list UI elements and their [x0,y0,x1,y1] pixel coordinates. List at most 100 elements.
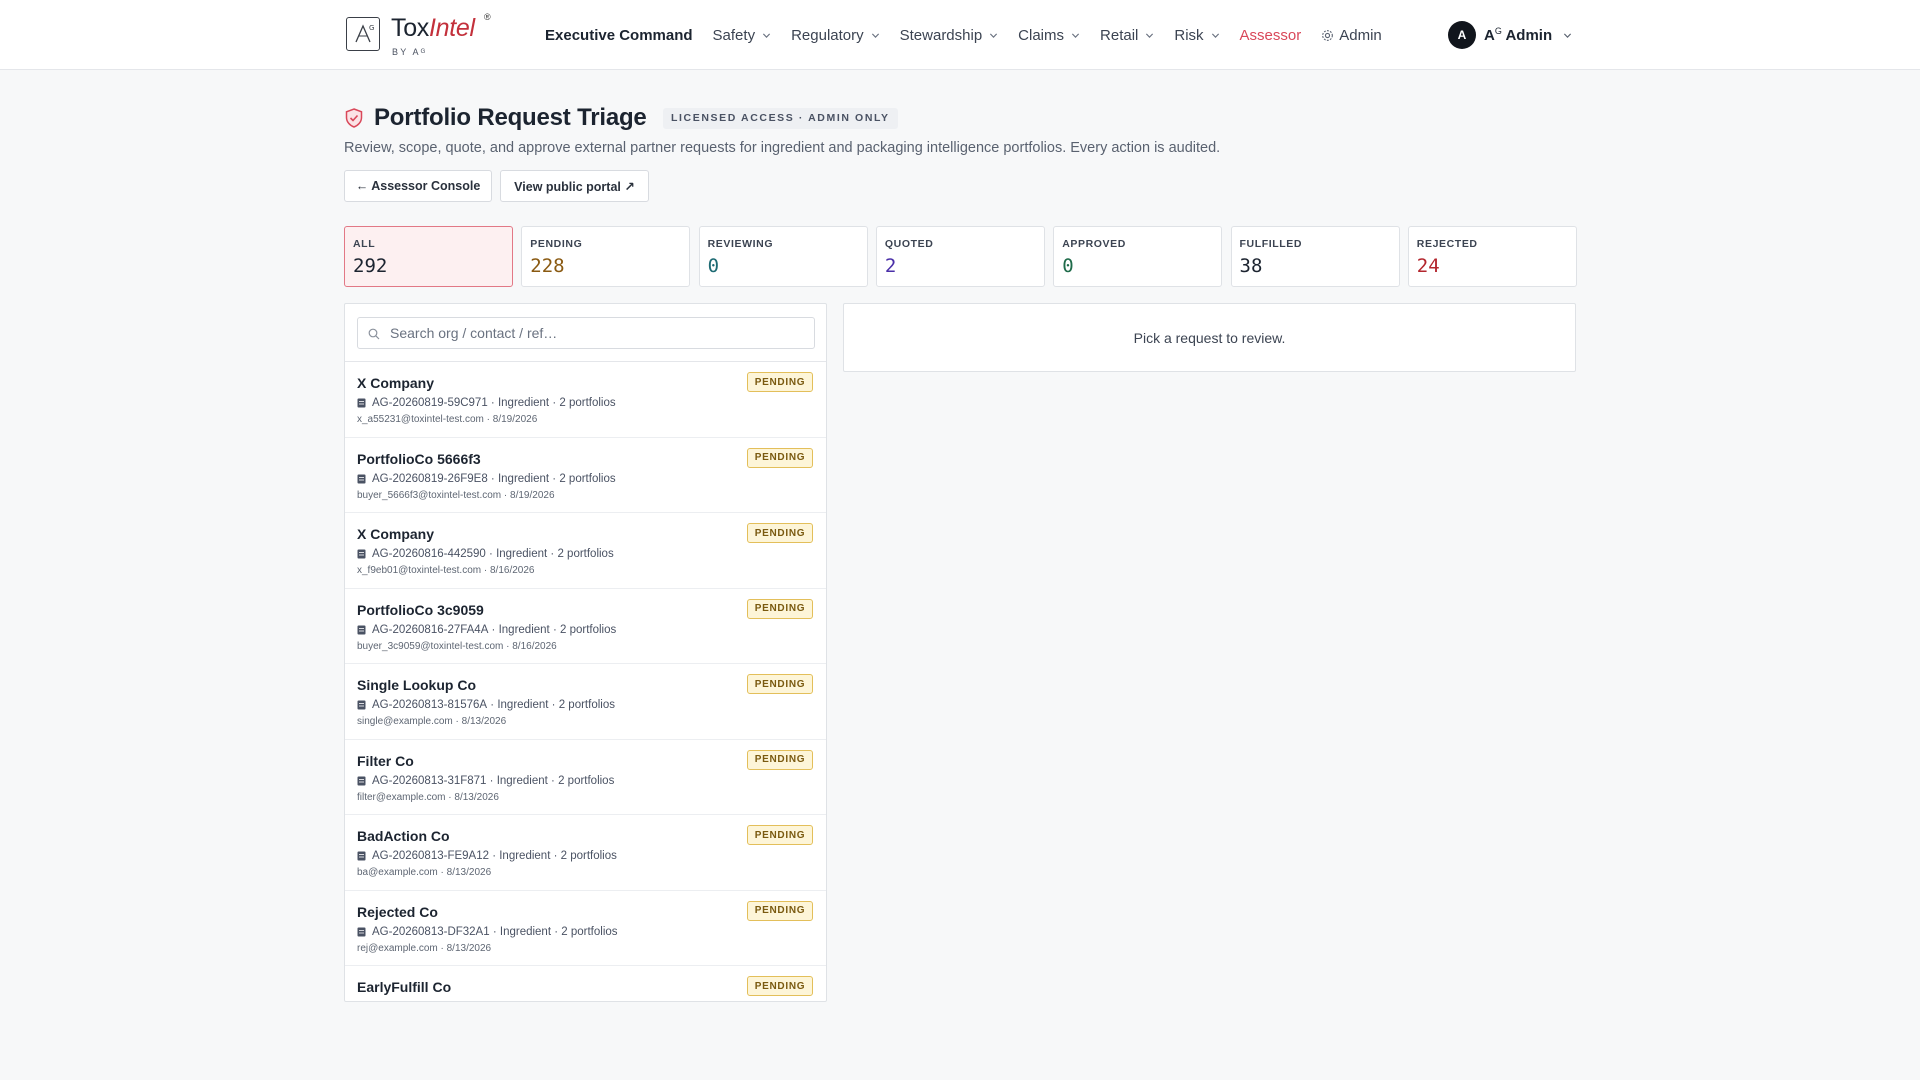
nav-item-label: Risk [1174,26,1204,44]
request-email: buyer_5666f3@toxintel-test.com [357,489,502,501]
request-org-name: PortfolioCo 5666f3 [357,450,481,467]
nav-item-risk[interactable]: Risk [1174,27,1219,44]
request-portfolio-count: 2 portfolios [559,397,616,409]
status-badge: PENDING [747,523,813,543]
nav-item-admin[interactable]: Admin [1321,27,1382,44]
nav-item-regulatory[interactable]: Regulatory [791,27,880,44]
stat-label: APPROVED [1062,238,1126,250]
request-ref: AG-20260813-81576A [372,699,488,711]
request-row[interactable]: X Company AG-20260816-442590 · Ingredient… [345,513,826,589]
brand-mark-icon: G [346,17,380,51]
stat-card-approved[interactable]: APPROVED 0 [1053,226,1223,287]
document-icon [357,851,366,861]
brand-byline: BY Aᴳ [392,47,428,57]
stat-label: REVIEWING [707,238,774,250]
request-ref: AG-20260819-59C971 [372,397,488,409]
request-portfolio-count: 2 portfolios [559,472,616,485]
nav-item-retail[interactable]: Retail [1100,27,1154,44]
request-ref: AG-20260813-31F871 [372,774,487,787]
request-row[interactable]: PortfolioCo 3c9059 AG-20260816-27FA4A · I… [345,589,826,664]
assessor-console-button[interactable]: ← Assessor Console [344,170,492,202]
request-contact-line: filter@example.com · 8/13/2026 [357,792,499,803]
request-org-name: PortfolioCo 3c9059 [357,601,484,618]
request-date: 8/19/2026 [492,414,538,425]
request-meta: AG-20260816-27FA4A · Ingredient · 2 port… [357,624,616,636]
request-contact-line: x_f9eb01@toxintel-test.com · 8/16/2026 [357,565,535,576]
meta-sep: · [548,699,559,711]
request-portfolio-count: 2 portfolios [559,623,617,636]
brand-logo[interactable]: G ToxIntel ® BY Aᴳ [344,10,504,60]
request-email: buyer_3c9059@toxintel-test.com [357,640,504,652]
request-date: 8/13/2026 [461,716,507,727]
request-row[interactable]: Rejected Co AG-20260813-DF32A1 · Ingredie… [345,891,826,966]
user-name-prefix: A [1484,27,1495,44]
page-subtitle: Review, scope, quote, and approve extern… [344,140,1221,156]
meta-sep: · [483,414,493,425]
nav-item-stewardship[interactable]: Stewardship [900,27,999,44]
nav-item-safety[interactable]: Safety [713,27,772,44]
request-row[interactable]: EarlyFulfill Co PENDING [345,966,826,1001]
detail-empty-state: Pick a request to review. [1133,330,1286,346]
meta-sep: · [487,699,498,711]
view-public-portal-button[interactable]: View public portal ↗ [500,170,649,202]
request-date: 8/13/2026 [446,942,492,954]
request-meta: AG-20260813-31F871 · Ingredient · 2 port… [357,775,614,787]
chevron-down-icon [1564,32,1572,38]
user-menu[interactable]: A AG Admin [1448,20,1572,50]
request-ref: AG-20260816-27FA4A [372,623,489,636]
stat-card-pending[interactable]: PENDING 228 [521,226,691,287]
nav-item-label: Admin [1339,26,1382,44]
meta-sep: · [549,472,560,485]
brand-name: ToxIntel [391,14,475,43]
request-row[interactable]: X Company AG-20260819-59C971 · Ingredient… [345,362,826,438]
meta-sep: · [488,623,499,636]
request-row[interactable]: BadAction Co AG-20260813-FE9A12 · Ingredi… [345,815,826,891]
stat-card-all[interactable]: ALL 292 [344,226,513,287]
nav-item-label: Stewardship [899,26,983,44]
stat-card-quoted[interactable]: QUOTED 2 [875,226,1045,287]
nav-item-executive-command[interactable]: Executive Command [545,27,693,44]
request-meta: AG-20260819-59C971 · Ingredient · 2 port… [357,397,616,409]
nav-item-claims[interactable]: Claims [1018,27,1080,44]
request-date: 8/16/2026 [490,565,535,576]
stat-label: PENDING [530,238,583,250]
brand-name-plain: Tox [391,14,430,42]
request-org-name: Single Lookup Co [357,677,476,693]
gear-icon [1322,29,1334,41]
top-navigation-bar: G ToxIntel ® BY Aᴳ Executive Command Safe… [0,0,1920,70]
meta-sep: · [551,925,562,938]
request-meta: AG-20260813-FE9A12 · Ingredient · 2 port… [357,850,617,862]
request-contact-line: buyer_3c9059@toxintel-test.com · 8/16/20… [357,641,557,652]
request-type: Ingredient [497,472,550,485]
stat-value: 0 [707,255,720,277]
request-row[interactable]: Filter Co AG-20260813-31F871 · Ingredient… [345,740,826,815]
request-contact-line: ba@example.com · 8/13/2026 [357,867,491,878]
nav-item-label: Safety [712,26,756,44]
search-input[interactable] [390,318,810,348]
status-badge: PENDING [747,447,813,468]
request-meta: AG-20260819-26F9E8 · Ingredient · 2 port… [357,473,616,485]
request-row[interactable]: Single Lookup Co AG-20260813-81576A · Ing… [345,664,826,740]
stat-value: 228 [530,255,565,277]
stat-card-fulfilled[interactable]: FULFILLED 38 [1230,226,1400,287]
request-ref: AG-20260816-442590 [372,548,486,560]
stat-label: REJECTED [1416,238,1478,250]
nav-item-assessor[interactable]: Assessor [1240,27,1302,44]
chevron-down-icon [1211,32,1219,38]
status-badge: PENDING [747,372,813,392]
meta-sep: · [481,565,490,576]
stat-value: 0 [1062,255,1074,277]
request-list-panel: X Company AG-20260819-59C971 · Ingredient… [344,303,827,1002]
stat-card-rejected[interactable]: REJECTED 24 [1407,226,1577,287]
document-icon [357,700,366,710]
request-type: Ingredient [499,925,552,938]
meta-sep: · [503,640,513,652]
meta-sep: · [489,850,500,862]
request-contact-line: buyer_5666f3@toxintel-test.com · 8/19/20… [357,490,555,501]
request-email: rej@example.com [357,942,438,954]
stat-value: 38 [1239,255,1263,277]
status-filter-cards: ALL 292 PENDING 228 REVIEWING 0 QUOTED 2 APPROVE… [344,226,1577,287]
request-row[interactable]: PortfolioCo 5666f3 AG-20260819-26F9E8 · I… [345,438,826,513]
meta-sep: · [485,548,497,560]
stat-card-reviewing[interactable]: REVIEWING 0 [698,226,868,287]
